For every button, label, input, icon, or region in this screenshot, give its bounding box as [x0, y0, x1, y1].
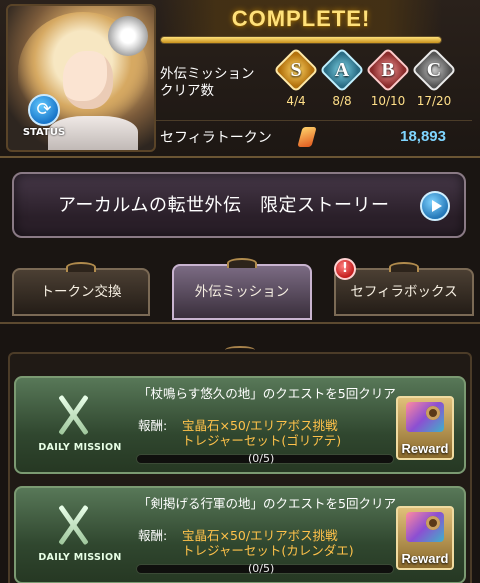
- tab-ornament-icon: [389, 262, 419, 272]
- reward-line2: トレジャーセット(カレンダエ): [182, 543, 354, 558]
- tab-side-story-mission[interactable]: 外伝ミッション: [172, 258, 312, 320]
- reward-prefix: 報酬:: [138, 528, 168, 543]
- crossed-swords-icon: [34, 498, 114, 554]
- reward-line1: 宝晶石×50/エリアボス挑戦: [182, 418, 338, 433]
- token-row: セフィラトークン 18,893: [156, 120, 472, 152]
- status-button[interactable]: ⟳ STATUS: [18, 94, 70, 142]
- reward-text: 宝晶石×50/エリアボス挑戦 トレジャーセット(ゴリアテ): [182, 418, 402, 448]
- tab-ornament-icon: [227, 258, 257, 268]
- completion-progress-fill: [161, 37, 441, 43]
- mission-progress-text: (0/5): [248, 452, 275, 465]
- reward-line1: 宝晶石×50/エリアボス挑戦: [182, 528, 338, 543]
- tab-sephira-box[interactable]: セフィラボックス: [334, 262, 474, 316]
- rank-c: C 17/20: [411, 47, 457, 108]
- reward-button[interactable]: Reward: [396, 396, 454, 460]
- rank-b-count: 10/10: [370, 94, 406, 108]
- header-panel: ⟳ STATUS COMPLETE! 外伝ミッション クリア数 S 4/4 A …: [0, 0, 480, 158]
- rank-s: S 4/4: [273, 47, 319, 108]
- reward-line2: トレジャーセット(ゴリアテ): [182, 433, 342, 448]
- tab-sephira-box-label: セフィラボックス: [350, 284, 458, 300]
- rank-s-icon: S: [273, 47, 319, 93]
- complete-text: COMPLETE!: [231, 6, 371, 31]
- sephira-token-icon: [297, 127, 317, 147]
- limited-story-label: アーカルムの転世外伝 限定ストーリー: [58, 195, 390, 216]
- mission-list-area: DAILY MISSION 「杖鳴らす悠久の地」のクエストを5回クリア 報酬: …: [0, 322, 480, 583]
- rank-c-icon: C: [411, 47, 457, 93]
- clear-count-label: 外伝ミッション クリア数: [160, 66, 255, 100]
- rank-b-icon: B: [365, 47, 411, 93]
- rank-a-icon: A: [319, 47, 365, 93]
- clear-label-line2: クリア数: [160, 83, 214, 99]
- status-label: STATUS: [22, 127, 66, 138]
- completion-progress-bar: [160, 36, 442, 44]
- rank-a-count: 8/8: [332, 94, 352, 108]
- daily-mission-badge: DAILY MISSION: [38, 552, 122, 563]
- tab-token-exchange[interactable]: トークン交換: [12, 262, 150, 316]
- crossed-swords-icon: [34, 388, 114, 444]
- rank-c-count: 17/20: [416, 94, 452, 108]
- mission-title: 「杖鳴らす悠久の地」のクエストを5回クリア: [138, 386, 396, 401]
- clear-count-row: 外伝ミッション クリア数 S 4/4 A 8/8 B 10/10 C 17/20: [160, 47, 470, 118]
- tab-bar: トークン交換 外伝ミッション セフィラボックス !: [0, 258, 480, 320]
- token-label: セフィラトークン: [160, 130, 272, 146]
- rank-s-count: 4/4: [286, 94, 306, 108]
- reward-button[interactable]: Reward: [396, 506, 454, 570]
- daily-mission-badge: DAILY MISSION: [38, 442, 122, 453]
- portrait-face: [63, 51, 113, 109]
- mission-card[interactable]: DAILY MISSION 「杖鳴らす悠久の地」のクエストを5回クリア 報酬: …: [14, 376, 466, 474]
- alert-icon: !: [334, 258, 356, 280]
- mission-progress-text: (0/5): [248, 562, 275, 575]
- reward-prefix: 報酬:: [138, 418, 168, 433]
- limited-story-button[interactable]: アーカルムの転世外伝 限定ストーリー: [12, 172, 466, 238]
- tab-token-exchange-label: トークン交換: [40, 284, 122, 300]
- token-value: 18,893: [400, 128, 446, 145]
- reward-gift-icon: [406, 402, 444, 432]
- refresh-icon: ⟳: [28, 94, 60, 126]
- rank-a: A 8/8: [319, 47, 365, 108]
- play-arrow-icon: [420, 191, 450, 221]
- reward-gift-icon: [406, 512, 444, 542]
- complete-banner: COMPLETE!: [160, 0, 442, 40]
- mission-card[interactable]: DAILY MISSION 「剣掲げる行軍の地」のクエストを5回クリア 報酬: …: [14, 486, 466, 583]
- clear-label-line1: 外伝ミッション: [160, 66, 255, 82]
- tab-ornament-icon: [66, 262, 96, 272]
- rank-b: B 10/10: [365, 47, 411, 108]
- reward-text: 宝晶石×50/エリアボス挑戦 トレジャーセット(カレンダエ): [182, 528, 402, 558]
- tab-side-story-mission-label: 外伝ミッション: [194, 284, 290, 300]
- rose-ornament-icon: [108, 16, 148, 56]
- reward-button-label: Reward: [401, 441, 449, 456]
- mission-title: 「剣掲げる行軍の地」のクエストを5回クリア: [138, 496, 396, 511]
- reward-button-label: Reward: [401, 551, 449, 566]
